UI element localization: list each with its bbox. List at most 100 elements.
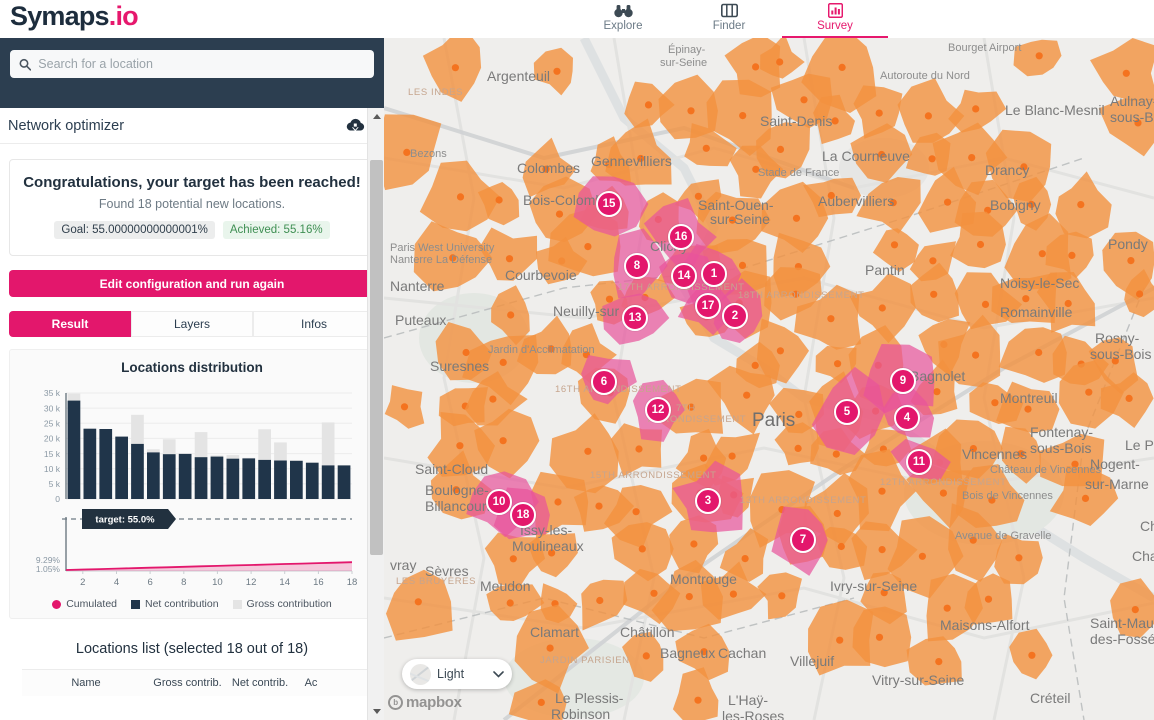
nav-tab-survey-label: Survey: [817, 20, 853, 32]
logo-name: Symaps: [10, 1, 110, 31]
tab-layers[interactable]: Layers: [131, 311, 253, 337]
edit-configuration-button[interactable]: Edit configuration and run again: [9, 270, 375, 297]
nav-tab-survey[interactable]: Survey: [782, 0, 888, 38]
map-book-icon: [720, 2, 738, 19]
chart-legend: Cumulated Net contribution Gross contrib…: [18, 598, 366, 610]
map-marker-11[interactable]: 11: [906, 449, 932, 475]
congrats-subline: Found 18 potential new locations.: [98, 197, 286, 211]
legend-label-net: Net contribution: [145, 598, 219, 610]
map-marker-6[interactable]: 6: [591, 369, 617, 395]
svg-text:4: 4: [114, 577, 119, 588]
goal-badge: Goal: 55.00000000000001%: [54, 221, 215, 239]
map-marker-3[interactable]: 3: [695, 488, 721, 514]
svg-text:35 k: 35 k: [44, 388, 61, 398]
svg-text:6: 6: [147, 577, 152, 588]
scroll-up-arrow[interactable]: [368, 108, 385, 125]
svg-text:10 k: 10 k: [44, 464, 61, 474]
map-style-picker[interactable]: Light: [402, 659, 512, 689]
map-marker-12[interactable]: 12: [645, 397, 671, 423]
column-header-gross: Gross contrib.: [153, 677, 222, 689]
map-marker-8[interactable]: 8: [624, 253, 650, 279]
congrats-card: Congratulations, your target has been re…: [9, 159, 375, 256]
svg-text:8: 8: [181, 577, 186, 588]
map-marker-9[interactable]: 9: [890, 368, 916, 394]
svg-text:25 k: 25 k: [44, 419, 61, 429]
chart-title: Locations distribution: [121, 360, 263, 375]
mapbox-attribution-label: mapbox: [406, 694, 462, 711]
logo-dot-suffix: .io: [108, 1, 139, 31]
locations-distribution-chart[interactable]: 0 5 k 10 k 15 k 20 k 25 k 30 k 35 k target: 55.0…: [18, 375, 366, 590]
search-icon: [19, 58, 32, 71]
svg-text:1.05%: 1.05%: [36, 564, 61, 574]
sidebar-scrollbar[interactable]: [367, 108, 384, 720]
search-bar-container: [0, 38, 384, 108]
legend-item-gross: Gross contribution: [232, 598, 332, 610]
svg-text:10: 10: [212, 577, 223, 588]
map-marker-10[interactable]: 10: [486, 489, 512, 515]
main-nav: Explore Finder Survey: [570, 0, 888, 38]
legend-swatch-gross: [232, 599, 242, 609]
page-title: Network optimizer: [8, 117, 125, 134]
map-marker-13[interactable]: 13: [622, 305, 648, 331]
map-marker-16[interactable]: 16: [668, 224, 694, 250]
app-root: Argenteuil Épinay-sur-Seine Bourget Airpor…: [0, 0, 1154, 720]
svg-text:20 k: 20 k: [44, 434, 61, 444]
achieved-badge: Achieved: 55.16%: [222, 221, 330, 239]
map-marker-17[interactable]: 17: [695, 293, 721, 319]
nav-tab-finder[interactable]: Finder: [676, 0, 782, 38]
map-marker-2[interactable]: 2: [722, 303, 748, 329]
legend-swatch-net: [131, 599, 140, 609]
map-marker-1[interactable]: 1: [701, 261, 727, 287]
network-optimizer-panel: Network optimizer Congratulations, your …: [0, 108, 384, 720]
svg-text:target: 55.0%: target: 55.0%: [95, 515, 155, 526]
column-header-net: Net contrib.: [231, 677, 289, 689]
app-logo[interactable]: Symaps.io: [10, 1, 139, 32]
cloud-download-icon[interactable]: [345, 118, 366, 134]
legend-swatch-cumulated: [52, 599, 62, 609]
legend-label-gross: Gross contribution: [246, 598, 332, 610]
map-marker-15[interactable]: 15: [596, 191, 622, 217]
legend-label-cumulated: Cumulated: [66, 598, 117, 610]
column-header-name: Name: [71, 677, 101, 689]
map-style-thumbnail: [410, 663, 431, 685]
tab-infos[interactable]: Infos: [253, 311, 375, 337]
locations-distribution-chart-card: Locations distribution 0 5 k 10 k 15 k 20 k 2…: [9, 349, 375, 619]
svg-text:18: 18: [347, 577, 358, 588]
map-marker-5[interactable]: 5: [834, 399, 860, 425]
column-header-ac: Ac: [304, 677, 318, 689]
locations-table: Name Gross contrib. Net contrib. Ac: [22, 669, 372, 696]
svg-text:5 k: 5 k: [49, 479, 61, 489]
goal-badges: Goal: 55.00000000000001% Achieved: 55.16…: [20, 221, 364, 239]
tab-result[interactable]: Result: [9, 311, 131, 337]
scrollbar-thumb[interactable]: [370, 160, 383, 555]
nav-tab-explore-label: Explore: [603, 20, 643, 32]
map-marker-7[interactable]: 7: [790, 527, 816, 553]
legend-item-net: Net contribution: [131, 598, 219, 610]
map-marker-18[interactable]: 18: [510, 502, 536, 528]
mapbox-attribution[interactable]: b mapbox: [388, 694, 462, 711]
map-canvas[interactable]: Argenteuil Épinay-sur-Seine Bourget Airpor…: [384, 38, 1154, 720]
map-marker-14[interactable]: 14: [671, 263, 697, 289]
sidebar: Network optimizer Congratulations, your …: [0, 38, 384, 720]
search-input[interactable]: [38, 57, 365, 71]
svg-text:15 k: 15 k: [44, 449, 61, 459]
nav-tab-finder-label: Finder: [712, 20, 746, 32]
chevron-down-icon: [493, 670, 504, 678]
bar-chart-icon: [827, 2, 843, 19]
legend-item-cumulated: Cumulated: [52, 598, 117, 610]
svg-text:0: 0: [55, 494, 60, 504]
map-style-label: Light: [437, 667, 465, 681]
locations-list-title: Locations list (selected 18 out of 18): [75, 641, 309, 657]
svg-text:2: 2: [80, 577, 85, 588]
nav-tab-explore[interactable]: Explore: [570, 0, 676, 38]
mapbox-logo-icon: b: [388, 695, 403, 710]
locations-table-header: Name Gross contrib. Net contrib. Ac: [22, 670, 372, 696]
svg-text:12: 12: [246, 577, 257, 588]
congrats-headline: Congratulations, your target has been re…: [23, 174, 361, 191]
search-box[interactable]: [10, 50, 374, 78]
svg-text:30 k: 30 k: [44, 403, 61, 413]
binoculars-icon: [613, 2, 633, 19]
scroll-down-arrow[interactable]: [368, 703, 385, 720]
panel-header: Network optimizer: [0, 108, 384, 144]
map-marker-4[interactable]: 4: [894, 405, 920, 431]
